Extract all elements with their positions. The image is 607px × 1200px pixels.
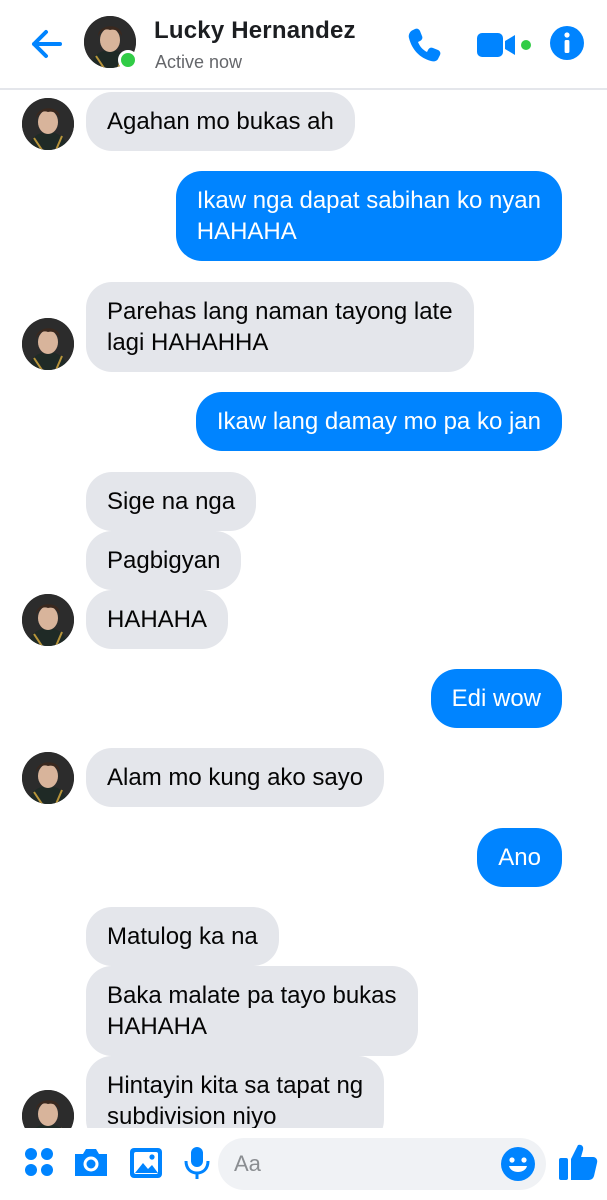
incoming-message[interactable]: Agahan mo bukas ah xyxy=(86,92,355,151)
outgoing-message[interactable]: Edi wow xyxy=(430,669,562,728)
thumbs-up-icon xyxy=(559,1144,598,1180)
message-line: Ikaw nga dapat sabihan ko nyan xyxy=(196,187,541,214)
voice-message-button[interactable] xyxy=(176,1142,218,1184)
message-text: Agahan mo bukas ah xyxy=(107,108,334,135)
video-camera-icon xyxy=(477,33,531,57)
message-line: subdivision niyo xyxy=(107,1103,277,1128)
incoming-message[interactable]: Sige na nga xyxy=(86,472,257,531)
contact-avatar[interactable] xyxy=(84,16,138,70)
message-text: Alam mo kung ako sayo xyxy=(107,764,364,791)
message-input-box[interactable] xyxy=(218,1138,546,1190)
back-arrow-icon xyxy=(32,30,62,58)
like-button[interactable] xyxy=(556,1140,600,1184)
camera-button[interactable] xyxy=(70,1142,112,1184)
camera-icon xyxy=(75,1149,107,1176)
incoming-message[interactable]: Matulog ka na xyxy=(86,907,279,966)
microphone-icon xyxy=(184,1147,210,1179)
contact-name[interactable]: Lucky Hernandez xyxy=(154,17,356,45)
message-line: HAHAHA xyxy=(196,218,297,245)
incoming-message[interactable]: Alam mo kung ako sayo xyxy=(86,748,385,807)
incoming-message[interactable]: HAHAHA xyxy=(86,590,229,649)
chat-header: Lucky Hernandez Active now xyxy=(0,0,607,90)
contact-avatar-small[interactable] xyxy=(22,1090,74,1128)
menu-dots-icon xyxy=(25,1148,53,1176)
message-line: HAHAHA xyxy=(107,1013,208,1040)
emoji-icon xyxy=(501,1147,535,1181)
contact-avatar-small[interactable] xyxy=(22,752,74,804)
contact-avatar-small[interactable] xyxy=(22,594,74,646)
info-button[interactable] xyxy=(548,24,586,62)
online-status-dot xyxy=(118,50,138,70)
message-line: Hintayin kita sa tapat ng xyxy=(107,1072,364,1099)
message-line: Parehas lang naman tayong late xyxy=(107,298,453,325)
contact-avatar-small[interactable] xyxy=(22,318,74,370)
outgoing-message[interactable]: Ano xyxy=(477,828,562,887)
message-text: Edi wow xyxy=(451,685,541,712)
message-text: Matulog ka na xyxy=(107,923,258,950)
back-button[interactable] xyxy=(26,26,66,62)
outgoing-message[interactable]: Ikaw lang damay mo pa ko jan xyxy=(195,392,562,451)
message-line: Baka malate pa tayo bukas xyxy=(107,982,397,1009)
contact-avatar-small[interactable] xyxy=(22,98,74,150)
emoji-button[interactable] xyxy=(500,1146,536,1182)
info-icon xyxy=(550,26,584,60)
message-line: lagi HAHAHHA xyxy=(107,329,269,356)
incoming-message[interactable]: Hintayin kita sa tapat ng subdivision ni… xyxy=(86,1056,385,1128)
contact-status: Active now xyxy=(155,52,243,72)
message-text: Pagbigyan xyxy=(107,547,221,574)
gallery-icon xyxy=(130,1148,162,1178)
message-text: Ikaw lang damay mo pa ko jan xyxy=(216,408,541,435)
phone-icon xyxy=(408,28,441,62)
incoming-message[interactable]: Parehas lang naman tayong late lagi HAHA… xyxy=(86,282,474,372)
message-text: Ano xyxy=(498,844,541,871)
message-thread[interactable]: Agahan mo bukas ah Ikaw nga dapat sabiha… xyxy=(0,92,607,1128)
message-text: HAHAHA xyxy=(107,606,208,633)
gallery-button[interactable] xyxy=(125,1142,167,1184)
more-actions-button[interactable] xyxy=(20,1142,62,1184)
video-call-button[interactable] xyxy=(474,28,538,62)
incoming-message[interactable]: Pagbigyan xyxy=(86,531,242,590)
message-composer xyxy=(0,1128,607,1200)
outgoing-message[interactable]: Ikaw nga dapat sabihan ko nyan HAHAHA xyxy=(175,171,562,261)
message-input[interactable] xyxy=(234,1138,494,1190)
voice-call-button[interactable] xyxy=(404,24,444,64)
message-text: Sige na nga xyxy=(107,488,236,515)
incoming-message[interactable]: Baka malate pa tayo bukas HAHAHA xyxy=(86,966,418,1056)
